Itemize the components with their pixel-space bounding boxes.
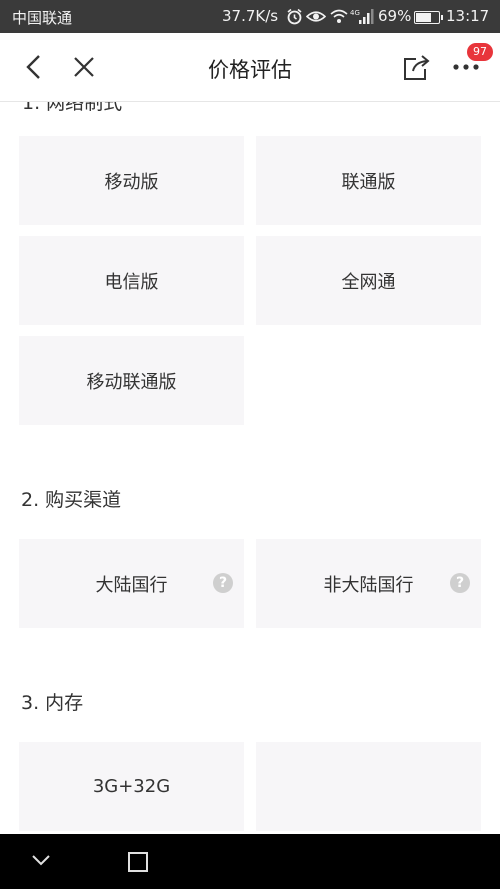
battery-level-fill: [416, 13, 431, 22]
evaluation-content[interactable]: 1. 网络制式 移动版 联通版 电信版 全网通 移动联通版 2. 购买渠道 大陆…: [0, 102, 500, 834]
help-icon[interactable]: ?: [213, 573, 233, 593]
chevron-down-icon[interactable]: [30, 852, 52, 868]
status-bar: 中国联通 37.7K/s 4G 69% 13:17: [0, 0, 500, 33]
option-mobile-unicom-version[interactable]: 移动联通版: [19, 336, 244, 425]
section-title-memory: 3. 内存: [21, 692, 84, 714]
option-mobile-version[interactable]: 移动版: [19, 136, 244, 225]
more-icon[interactable]: [452, 63, 482, 71]
battery-icon: [414, 11, 443, 24]
option-telecom-version[interactable]: 电信版: [19, 236, 244, 325]
option-all-network[interactable]: 全网通: [256, 236, 481, 325]
notification-badge: 97: [467, 43, 493, 61]
battery-percent: 69%: [378, 7, 412, 25]
section-title-network: 1. 网络制式: [22, 102, 123, 114]
option-mainland[interactable]: 大陆国行 ?: [19, 539, 244, 628]
signal-icon: 4G: [350, 9, 374, 24]
option-non-mainland[interactable]: 非大陆国行 ?: [256, 539, 481, 628]
option-3g-32g[interactable]: 3G+32G: [19, 742, 244, 831]
option-label: 大陆国行: [95, 574, 168, 596]
option-label: 非大陆国行: [323, 574, 414, 596]
wifi-icon: [330, 9, 348, 23]
share-icon[interactable]: [402, 53, 432, 81]
nav-bar: 价格评估 97: [0, 33, 500, 102]
section-title-channel: 2. 购买渠道: [21, 489, 122, 511]
option-unicom-version[interactable]: 联通版: [256, 136, 481, 225]
clock-time: 13:17: [446, 7, 490, 25]
alarm-icon: [287, 8, 302, 25]
eye-comfort-icon: [306, 11, 326, 22]
recents-icon[interactable]: [127, 851, 149, 873]
system-nav-bar: [0, 834, 500, 889]
help-icon[interactable]: ?: [450, 573, 470, 593]
network-speed: 37.7K/s: [222, 7, 279, 25]
network-type: 4G: [350, 9, 360, 17]
option-memory-2[interactable]: [256, 742, 481, 831]
carrier-name: 中国联通: [12, 9, 73, 27]
